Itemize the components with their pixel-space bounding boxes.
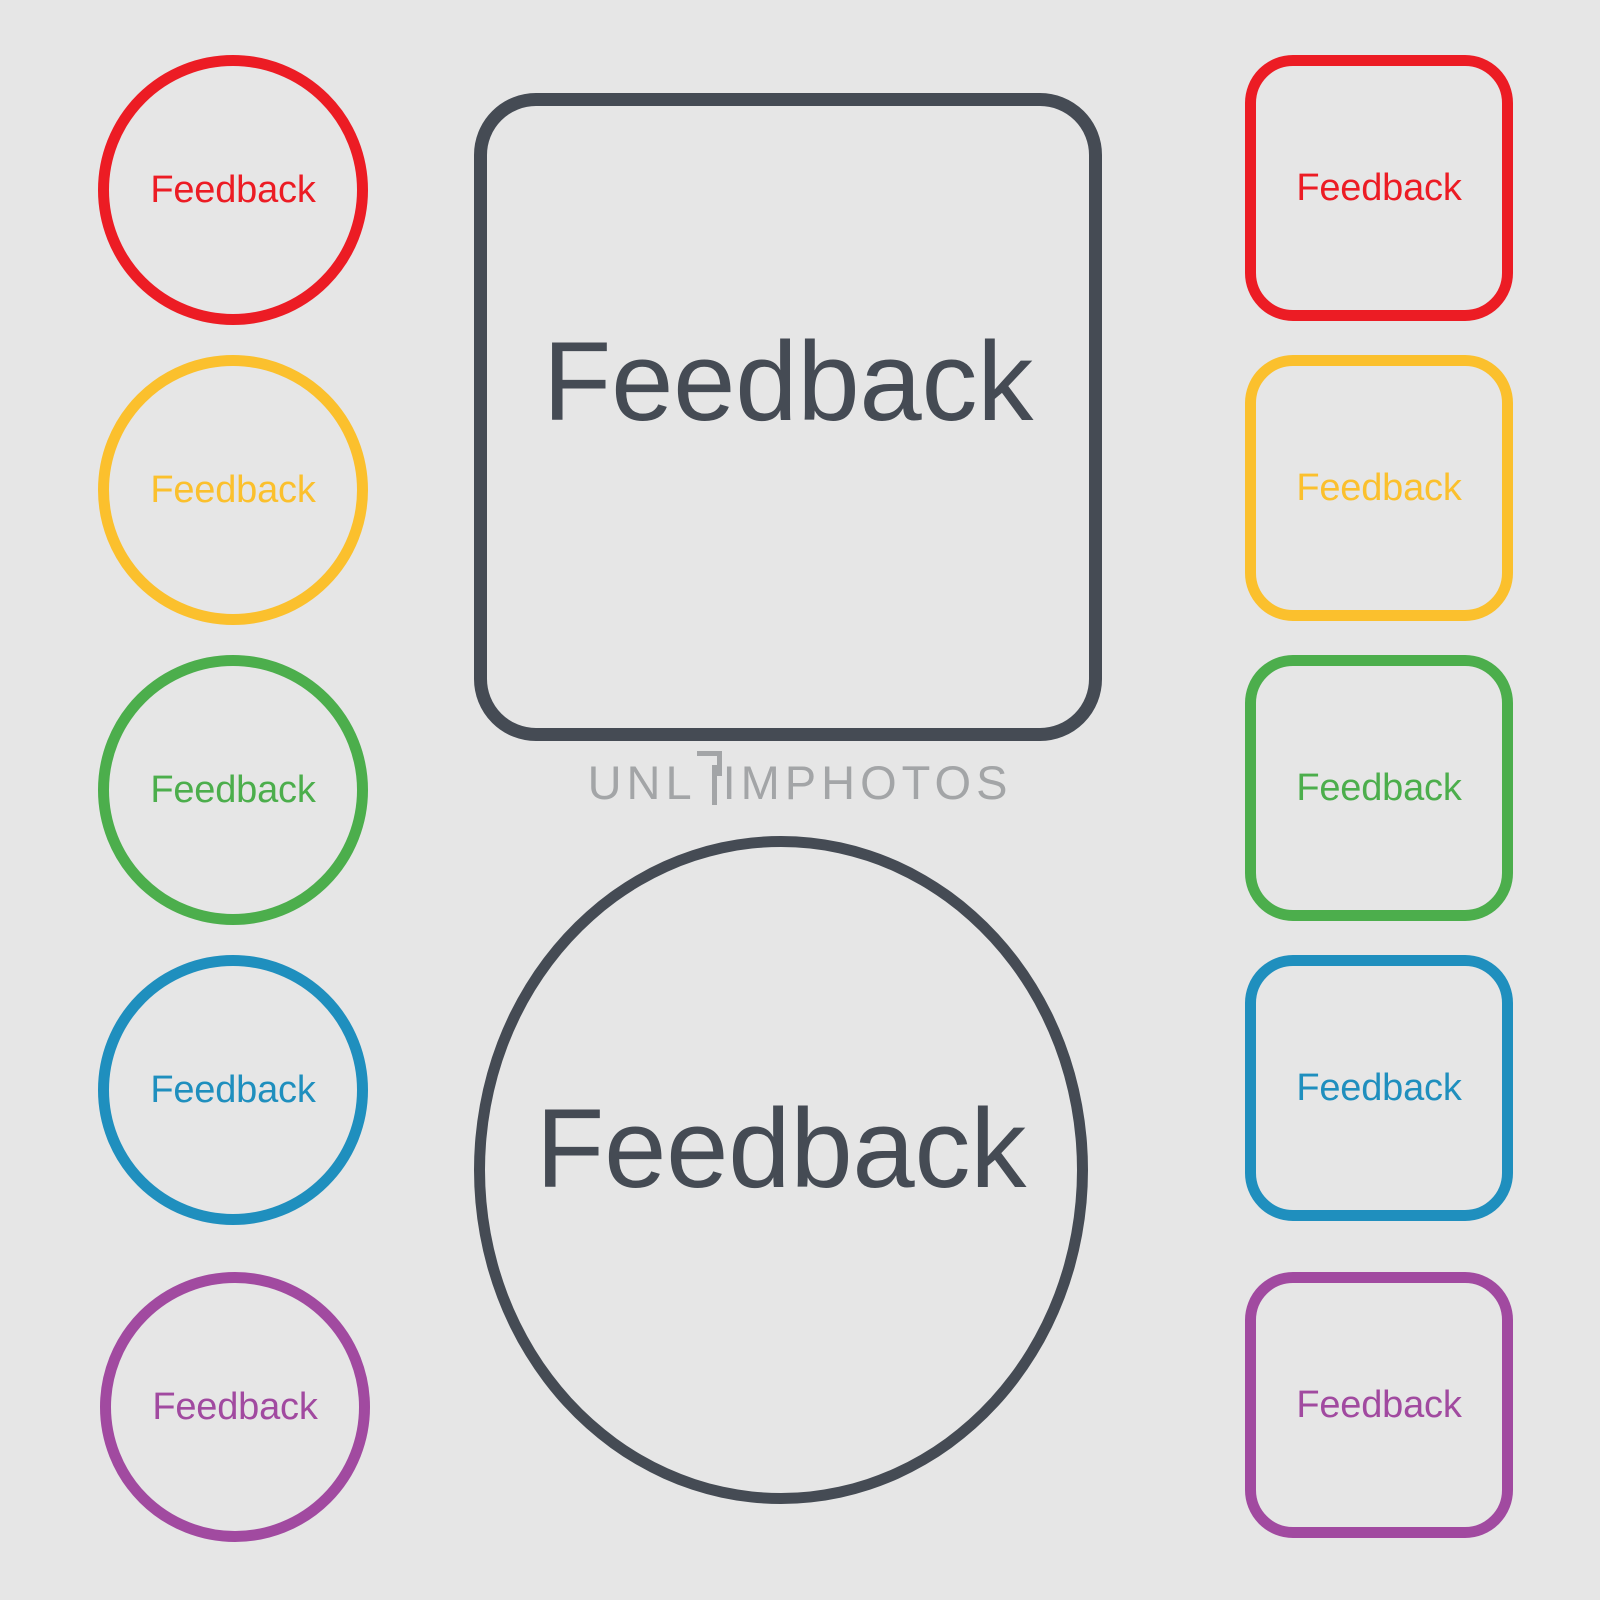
feedback-square-label-red: Feedback (1296, 167, 1462, 209)
feedback-featured-circle-label: Feedback (535, 1086, 1027, 1211)
feedback-circle-label-purple: Feedback (152, 1386, 318, 1428)
icon-set-canvas: Feedback Feedback Feedback Feedback Feed… (0, 0, 1600, 1600)
feedback-square-label-purple: Feedback (1296, 1384, 1462, 1426)
watermark-text-part2: IMPHOTOS (722, 756, 1013, 809)
feedback-circle-label-red: Feedback (150, 169, 316, 211)
feedback-circle-button-blue[interactable]: Feedback (98, 955, 368, 1225)
feedback-square-button-green[interactable]: Feedback (1245, 655, 1513, 921)
feedback-square-label-yellow: Feedback (1296, 467, 1462, 509)
feedback-square-button-purple[interactable]: Feedback (1245, 1272, 1513, 1538)
feedback-featured-circle-button[interactable]: Feedback (474, 836, 1088, 1504)
feedback-featured-square-button[interactable]: Feedback (474, 93, 1102, 741)
watermark-text-part1: UNL (587, 756, 697, 809)
watermark-bracket-icon (696, 751, 723, 805)
feedback-circle-button-red[interactable]: Feedback (98, 55, 368, 325)
feedback-circle-button-yellow[interactable]: Feedback (98, 355, 368, 625)
feedback-circle-label-blue: Feedback (150, 1069, 316, 1111)
feedback-circle-label-yellow: Feedback (150, 469, 316, 511)
feedback-square-button-red[interactable]: Feedback (1245, 55, 1513, 321)
feedback-featured-square-label: Feedback (542, 319, 1034, 444)
feedback-circle-button-purple[interactable]: Feedback (100, 1272, 370, 1542)
feedback-square-button-blue[interactable]: Feedback (1245, 955, 1513, 1221)
feedback-square-label-green: Feedback (1296, 767, 1462, 809)
feedback-square-label-blue: Feedback (1296, 1067, 1462, 1109)
feedback-square-button-yellow[interactable]: Feedback (1245, 355, 1513, 621)
